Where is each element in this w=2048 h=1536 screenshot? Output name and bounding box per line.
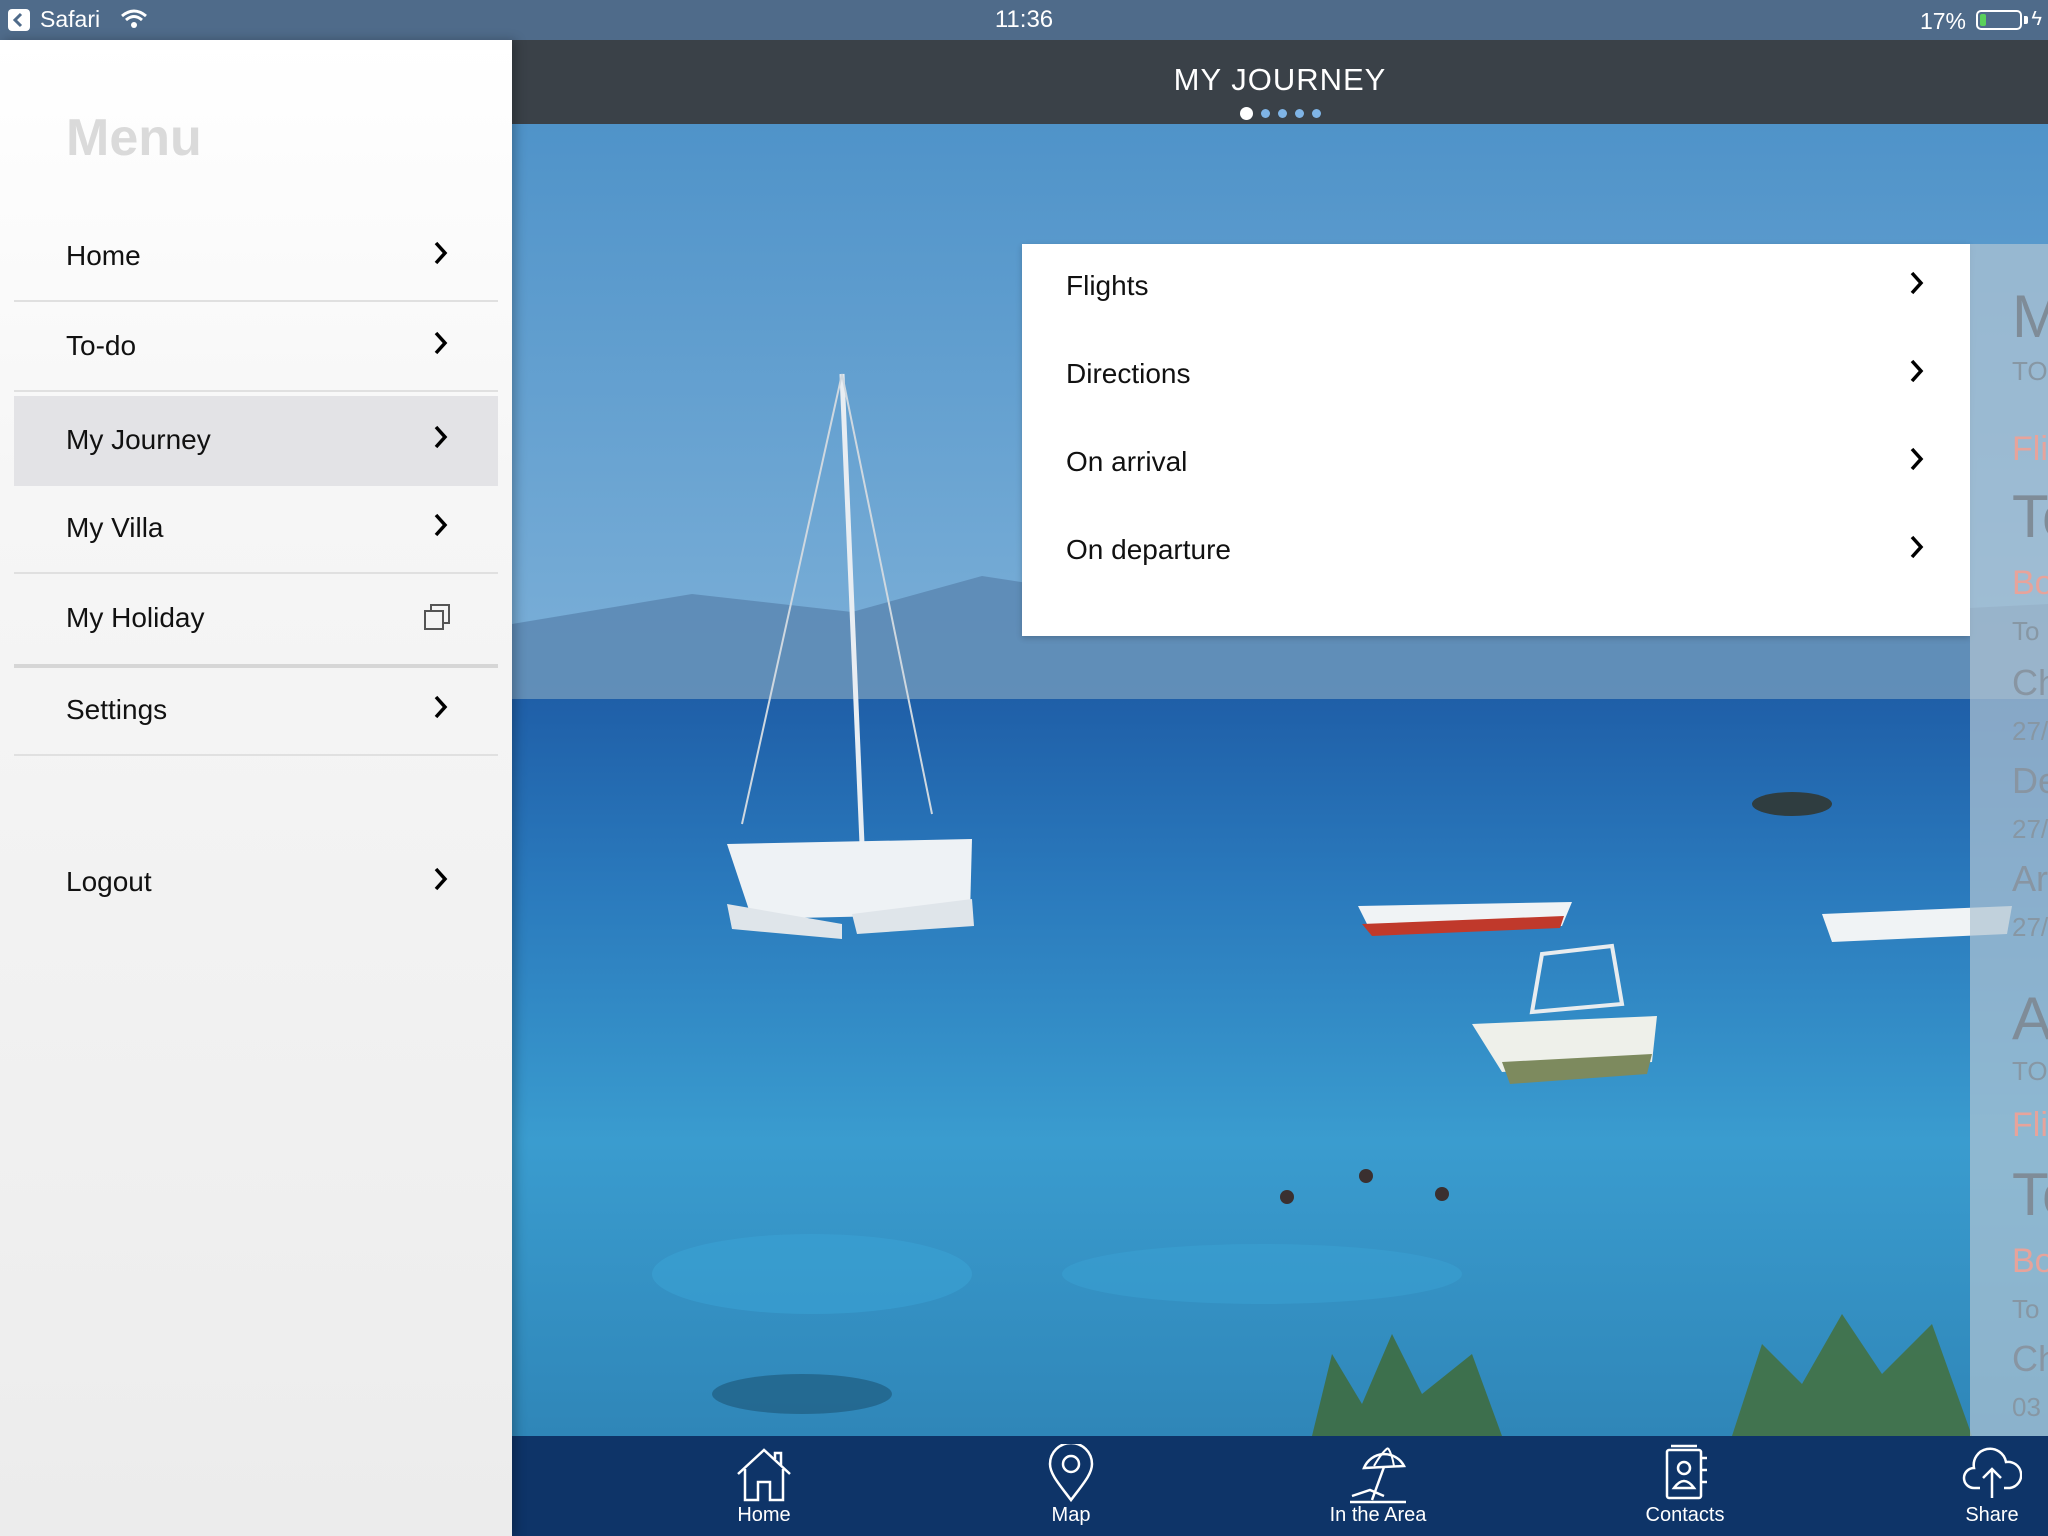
tab-contacts[interactable]: Contacts — [1585, 1436, 1785, 1536]
peek-text: A — [2012, 985, 2048, 1052]
chevron-right-icon — [432, 330, 450, 361]
clock: 11:36 — [994, 6, 1054, 33]
submenu-item-flights[interactable]: Flights — [1022, 244, 1970, 332]
peek-text: Fli — [2012, 430, 2048, 468]
peek-text: To — [2012, 1294, 2040, 1324]
chevron-right-icon — [1908, 358, 1926, 389]
peek-text: To — [2012, 616, 2040, 646]
tab-label: Contacts — [1645, 1504, 1725, 1526]
peek-text: To — [2012, 483, 2048, 550]
menu-item-label: Home — [66, 240, 141, 271]
top-navigation-bar: MY JOURNEY — [512, 40, 2048, 124]
peek-text: M — [2012, 283, 2048, 350]
peek-text: TO — [2012, 1056, 2048, 1086]
chevron-right-icon — [432, 424, 450, 455]
menu-item-label: My Villa — [66, 512, 164, 543]
menu-item-my-holiday[interactable]: My Holiday — [14, 576, 498, 668]
map-pin-icon — [1041, 1441, 1101, 1504]
battery-icon — [1976, 10, 2022, 30]
submenu-item-label: Flights — [1066, 270, 1149, 301]
chevron-right-icon — [1908, 534, 1926, 565]
page-dot[interactable] — [1311, 109, 1321, 118]
chevron-right-icon — [1908, 270, 1926, 301]
page-title: MY JOURNEY — [1173, 62, 1387, 97]
submenu-item-label: On arrival — [1066, 446, 1188, 477]
tab-in-the-area[interactable]: In the Area — [1278, 1436, 1478, 1536]
battery-percentage: 17% — [1919, 8, 1966, 34]
my-journey-submenu: Flights Directions On arrival On departu… — [1022, 244, 1970, 636]
peek-text: 27/ — [2012, 716, 2048, 746]
submenu-item-directions[interactable]: Directions — [1022, 332, 1970, 420]
menu-item-home[interactable]: Home — [14, 214, 498, 302]
peek-text: 27/ — [2012, 814, 2048, 844]
peek-text: Bo — [2012, 564, 2048, 602]
tab-share[interactable]: Share — [1892, 1436, 2048, 1536]
menu-title: Menu — [66, 109, 202, 167]
page-indicator[interactable] — [512, 107, 2048, 120]
peek-text: Ch — [2012, 662, 2048, 703]
next-page-preview[interactable]: M TO Fli To Bo To Ch 27/ De 27/ Ar 27/ A… — [1970, 244, 2048, 1436]
menu-item-my-villa[interactable]: My Villa — [14, 486, 498, 574]
peek-text: Fli — [2012, 1106, 2048, 1144]
menu-item-my-journey[interactable]: My Journey — [14, 396, 498, 486]
peek-text: 03 — [2012, 1392, 2041, 1422]
page-dot[interactable] — [1294, 109, 1304, 118]
status-bar: Safari 11:36 17% ϟ — [0, 0, 2048, 40]
menu-item-label: Settings — [66, 694, 168, 725]
tab-label: Share — [1965, 1504, 2019, 1526]
peek-text: Ar — [2012, 858, 2048, 899]
logout-button[interactable]: Logout — [14, 840, 498, 928]
chevron-right-icon — [432, 240, 450, 271]
contacts-book-icon — [1655, 1444, 1715, 1504]
chevron-right-icon — [432, 512, 450, 543]
peek-text: To — [2012, 1161, 2048, 1228]
submenu-item-on-arrival[interactable]: On arrival — [1022, 420, 1970, 508]
peek-text: De — [2012, 760, 2048, 801]
page-dot[interactable] — [1277, 109, 1287, 118]
peek-text: Bo — [2012, 1242, 2048, 1280]
menu-item-label: To-do — [66, 330, 137, 361]
peek-text: 27/ — [2012, 912, 2048, 942]
menu-item-label: My Journey — [66, 424, 211, 455]
chevron-right-icon — [432, 694, 450, 725]
submenu-item-on-departure[interactable]: On departure — [1022, 508, 1970, 596]
logout-label: Logout — [66, 866, 152, 897]
home-icon — [734, 1444, 794, 1504]
external-window-icon — [422, 602, 452, 637]
charging-bolt-icon: ϟ — [2031, 8, 2042, 30]
menu-item-label: My Holiday — [66, 602, 205, 633]
tab-map[interactable]: Map — [971, 1436, 1171, 1536]
submenu-item-label: On departure — [1066, 534, 1231, 565]
battery-tip — [2024, 16, 2028, 24]
tab-home[interactable]: Home — [664, 1436, 864, 1536]
tab-label: Home — [737, 1504, 791, 1526]
tab-label: Map — [1051, 1504, 1091, 1526]
peek-text: Ch — [2012, 1338, 2048, 1379]
chevron-right-icon — [1908, 446, 1926, 477]
peek-text: TO — [2012, 356, 2048, 386]
page-dot[interactable] — [1260, 109, 1270, 118]
menu-item-settings[interactable]: Settings — [14, 668, 498, 756]
tab-label: In the Area — [1329, 1504, 1427, 1526]
chevron-right-icon — [432, 866, 450, 897]
side-menu: Menu Home To-do My Journey My Villa My H… — [0, 40, 512, 1536]
bottom-tab-bar: Home Map In the Area Contacts Share — [512, 1436, 2048, 1536]
menu-item-to-do[interactable]: To-do — [14, 304, 498, 392]
page-dot[interactable] — [1239, 107, 1253, 120]
beach-umbrella-icon — [1348, 1444, 1408, 1504]
submenu-item-label: Directions — [1066, 358, 1191, 389]
cloud-upload-icon — [1962, 1444, 2023, 1504]
